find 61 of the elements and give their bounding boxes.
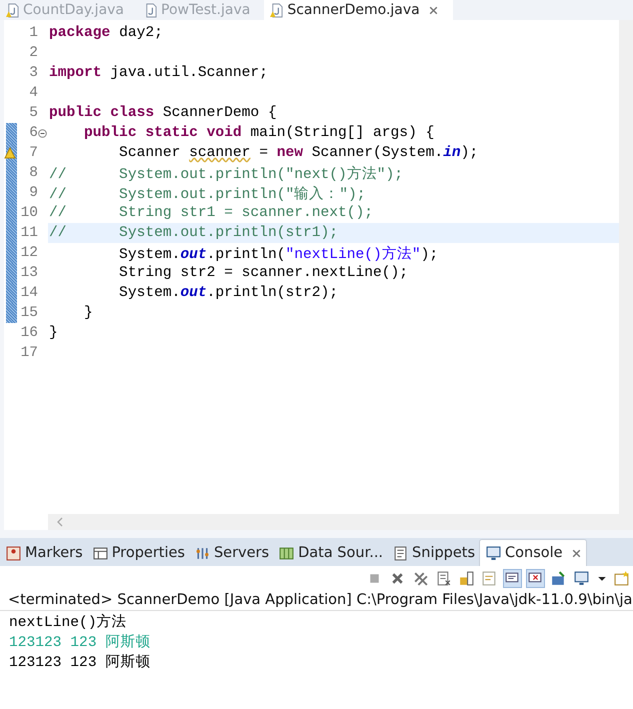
- code-line: System.out.println("nextLine()方法");: [118, 244, 438, 262]
- line-number: 11: [20, 224, 38, 243]
- table-icon: [92, 546, 108, 560]
- line-number: 6: [28, 124, 38, 143]
- console-output-text: 123123 123 阿斯顿: [9, 655, 150, 671]
- panel-tab[interactable]: Console: [479, 539, 587, 566]
- markers-icon: [6, 546, 21, 560]
- code-line: // System.out.println(str1);: [48, 225, 338, 241]
- line-number: 14: [20, 284, 38, 303]
- code-line: public static void main(String[] args) {: [83, 125, 434, 141]
- console-output-text: nextLine()方法: [9, 615, 127, 631]
- snippets-icon: [393, 546, 408, 560]
- word-wrap-icon[interactable]: [481, 570, 498, 586]
- line-number: 3: [28, 64, 38, 83]
- editor-tab[interactable]: ScannerDemo.java: [264, 0, 453, 20]
- line-number: 12: [20, 244, 38, 263]
- code-line: // System.out.println("next()方法");: [48, 164, 404, 182]
- line-number: 5: [28, 104, 38, 123]
- code-line: String str2 = scanner.nextLine();: [118, 265, 408, 281]
- panel-tab[interactable]: Servers: [188, 540, 274, 566]
- line-number: 4: [28, 84, 38, 103]
- display-icon[interactable]: [573, 570, 590, 586]
- scroll-lock-icon[interactable]: [458, 570, 475, 586]
- code-line: import java.util.Scanner;: [48, 65, 268, 81]
- code-line: Scanner scanner = new Scanner(System.in);: [118, 145, 478, 161]
- code-line: System.out.println(str2);: [118, 285, 338, 301]
- line-number: 10: [20, 204, 38, 223]
- horizontal-scrollbar[interactable]: [48, 514, 619, 530]
- line-number: 2: [28, 44, 38, 63]
- clear-icon[interactable]: [435, 570, 452, 586]
- code-line: // System.out.println("输入：");: [48, 185, 366, 202]
- new-console-icon[interactable]: [614, 570, 631, 586]
- line-number: 13: [20, 264, 38, 283]
- servers-icon: [194, 546, 210, 560]
- close-icon[interactable]: [570, 548, 582, 558]
- code-line: package day2;: [48, 25, 163, 41]
- remove-all-icon[interactable]: [412, 570, 429, 586]
- line-number: 17: [20, 344, 38, 363]
- collapse-icon[interactable]: [38, 128, 47, 138]
- database-icon: [279, 546, 294, 560]
- panel-tab[interactable]: Markers: [0, 540, 87, 566]
- panel-tab[interactable]: Data Sour...: [273, 540, 388, 566]
- panel-tab[interactable]: Snippets: [387, 540, 480, 566]
- line-number: 7: [28, 144, 38, 163]
- console-icon: [486, 546, 502, 560]
- line-number: 15: [20, 304, 38, 323]
- line-number: 9: [28, 184, 38, 203]
- code-line: }: [83, 305, 93, 321]
- console-input-text: 123123 123 阿斯顿: [9, 635, 150, 651]
- line-number: 1: [28, 24, 38, 43]
- pin-icon[interactable]: [550, 570, 567, 586]
- line-number: 8: [28, 164, 38, 183]
- console-header: <terminated> ScannerDemo [Java Application] C:\Program Files\Java\jdk-11.0.9\bin\ja: [0, 590, 633, 611]
- panel-tab[interactable]: Properties: [86, 540, 189, 566]
- show-stdout-icon[interactable]: [504, 570, 521, 586]
- code-line: }: [48, 325, 58, 341]
- show-stderr-icon[interactable]: [527, 570, 544, 586]
- close-icon[interactable]: [428, 4, 439, 16]
- code-line: // String str1 = scanner.next();: [48, 205, 374, 221]
- code-line: public class ScannerDemo {: [48, 105, 277, 121]
- line-number: 16: [20, 324, 38, 343]
